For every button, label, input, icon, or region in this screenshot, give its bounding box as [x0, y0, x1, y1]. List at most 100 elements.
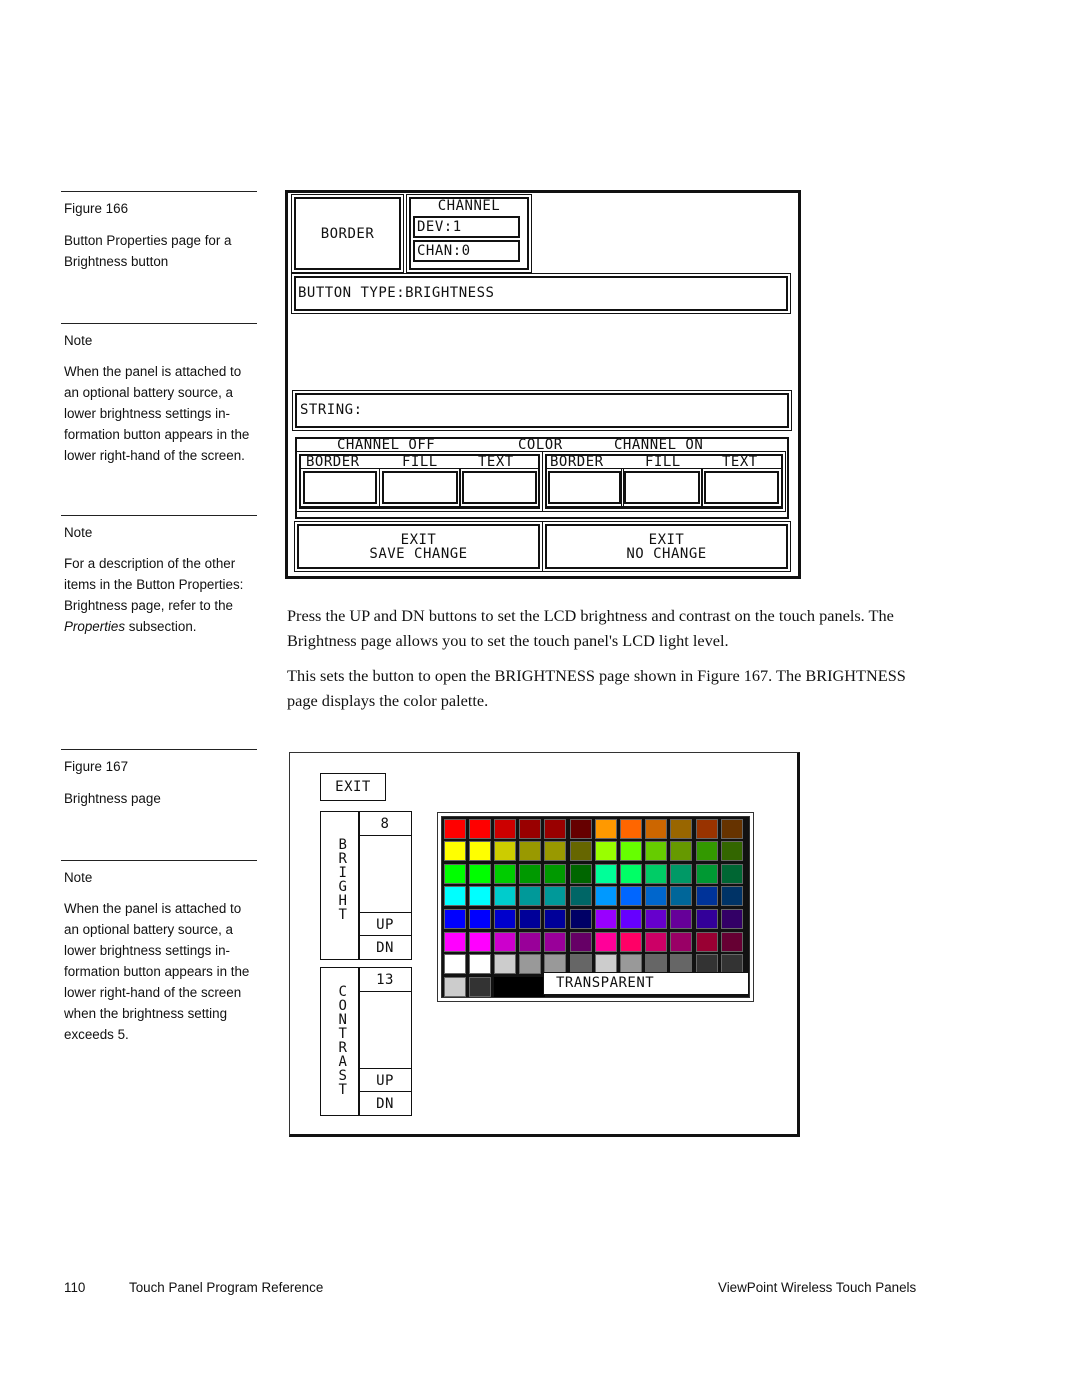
color-swatch[interactable] — [544, 931, 567, 952]
on-fill-swatch[interactable] — [621, 468, 703, 507]
color-swatch[interactable] — [569, 818, 592, 839]
off-fill-swatch[interactable] — [379, 468, 461, 507]
color-swatch[interactable] — [670, 863, 693, 884]
color-swatch[interactable] — [544, 863, 567, 884]
color-swatch[interactable] — [594, 841, 617, 862]
off-border-swatch[interactable] — [300, 468, 380, 507]
color-swatch[interactable] — [519, 931, 542, 952]
color-swatch[interactable] — [594, 818, 617, 839]
color-swatch[interactable] — [544, 818, 567, 839]
color-swatch[interactable] — [519, 818, 542, 839]
on-text-swatch[interactable] — [701, 468, 782, 507]
color-swatch[interactable] — [619, 818, 642, 839]
color-swatch[interactable] — [468, 863, 491, 884]
color-swatch[interactable] — [569, 931, 592, 952]
color-swatch[interactable] — [670, 841, 693, 862]
color-swatch[interactable] — [468, 954, 491, 975]
color-swatch[interactable] — [720, 841, 743, 862]
color-swatch[interactable] — [443, 886, 466, 907]
color-swatch[interactable] — [443, 908, 466, 929]
color-swatch[interactable] — [544, 908, 567, 929]
color-swatch[interactable] — [493, 886, 516, 907]
color-swatch[interactable] — [619, 931, 642, 952]
color-swatch[interactable] — [544, 841, 567, 862]
color-swatch[interactable] — [619, 908, 642, 929]
color-swatch[interactable] — [695, 841, 718, 862]
color-swatch[interactable] — [720, 931, 743, 952]
color-swatch[interactable] — [594, 863, 617, 884]
color-swatch[interactable] — [493, 841, 516, 862]
color-swatch[interactable] — [695, 908, 718, 929]
color-swatch[interactable] — [493, 954, 516, 975]
color-swatch[interactable] — [544, 886, 567, 907]
color-swatch[interactable] — [493, 976, 521, 997]
color-swatch[interactable] — [645, 863, 668, 884]
exit-button[interactable]: EXIT — [320, 773, 386, 801]
color-swatch[interactable] — [670, 931, 693, 952]
color-swatch[interactable] — [468, 886, 491, 907]
color-swatch[interactable] — [720, 818, 743, 839]
border-button[interactable]: BORDER — [291, 194, 404, 273]
color-swatch[interactable] — [519, 841, 542, 862]
exit-save-change-button[interactable]: EXIT SAVE CHANGE — [294, 521, 543, 572]
transparent-button[interactable]: TRANSPARENT — [543, 972, 749, 995]
color-swatch[interactable] — [519, 908, 542, 929]
color-swatch[interactable] — [493, 818, 516, 839]
color-swatch[interactable] — [519, 863, 542, 884]
color-swatch[interactable] — [695, 863, 718, 884]
color-swatch[interactable] — [569, 886, 592, 907]
color-swatch[interactable] — [493, 863, 516, 884]
color-swatch[interactable] — [519, 954, 542, 975]
contrast-dn-button[interactable]: DN — [359, 1091, 411, 1115]
color-swatch[interactable] — [594, 908, 617, 929]
color-swatch[interactable] — [493, 908, 516, 929]
color-swatch[interactable] — [720, 886, 743, 907]
color-swatch[interactable] — [645, 841, 668, 862]
color-swatch[interactable] — [569, 863, 592, 884]
color-swatch[interactable] — [670, 886, 693, 907]
color-swatch[interactable] — [670, 818, 693, 839]
color-swatch[interactable] — [695, 818, 718, 839]
color-swatch[interactable] — [619, 886, 642, 907]
bright-up-button[interactable]: UP — [359, 912, 411, 936]
color-swatch[interactable] — [519, 976, 546, 997]
dev-field[interactable]: DEV:1 — [413, 216, 520, 238]
chan-field[interactable]: CHAN:0 — [413, 240, 520, 262]
on-border-swatch[interactable] — [545, 468, 624, 507]
color-swatch[interactable] — [645, 886, 668, 907]
color-swatch[interactable] — [468, 818, 491, 839]
color-swatch[interactable] — [670, 908, 693, 929]
color-swatch[interactable] — [443, 818, 466, 839]
off-text-swatch[interactable] — [459, 468, 540, 507]
color-swatch[interactable] — [619, 863, 642, 884]
color-swatch[interactable] — [645, 818, 668, 839]
color-swatch[interactable] — [443, 863, 466, 884]
color-swatch[interactable] — [695, 886, 718, 907]
string-field[interactable]: STRING: — [292, 390, 792, 431]
color-swatch[interactable] — [594, 886, 617, 907]
color-swatch[interactable] — [468, 976, 491, 997]
color-swatch[interactable] — [443, 841, 466, 862]
color-swatch[interactable] — [569, 841, 592, 862]
exit-no-change-button[interactable]: EXIT NO CHANGE — [542, 521, 791, 572]
color-swatch[interactable] — [468, 841, 491, 862]
color-swatch[interactable] — [569, 908, 592, 929]
color-swatch[interactable] — [443, 954, 466, 975]
color-swatch[interactable] — [720, 863, 743, 884]
color-swatch[interactable] — [468, 908, 491, 929]
bright-dn-button[interactable]: DN — [359, 935, 411, 959]
color-swatch[interactable] — [720, 908, 743, 929]
color-swatch[interactable] — [619, 841, 642, 862]
color-swatch[interactable] — [443, 931, 466, 952]
color-swatch[interactable] — [695, 931, 718, 952]
color-swatch[interactable] — [645, 931, 668, 952]
color-swatch[interactable] — [443, 976, 466, 997]
color-swatch[interactable] — [493, 931, 516, 952]
label-letter: O — [338, 998, 348, 1014]
color-swatch[interactable] — [645, 908, 668, 929]
color-swatch[interactable] — [519, 886, 542, 907]
button-type-field[interactable]: BUTTON TYPE:BRIGHTNESS — [291, 273, 791, 314]
color-swatch[interactable] — [594, 931, 617, 952]
contrast-up-button[interactable]: UP — [359, 1068, 411, 1092]
color-swatch[interactable] — [468, 931, 491, 952]
